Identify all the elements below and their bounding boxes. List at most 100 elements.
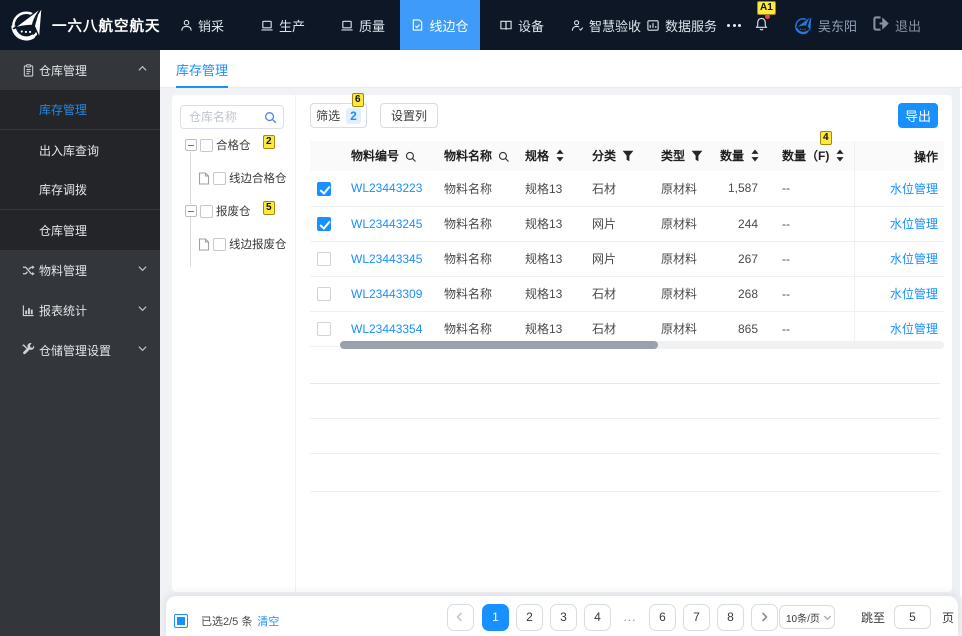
export-button[interactable]: 导出 — [898, 103, 938, 128]
next-page-button[interactable] — [750, 603, 778, 631]
top-nav-2[interactable]: 生产 — [260, 0, 305, 50]
water-level-link[interactable]: 水位管理 — [890, 252, 938, 266]
sidebar: 仓库管理 库存管理 出入库查询 库存调拨 仓库管理 物料管理 报表统计 仓储管理设置 — [0, 50, 160, 636]
logout-button[interactable]: 退出 — [872, 0, 921, 50]
person-check-icon — [571, 19, 584, 32]
search-icon[interactable] — [264, 111, 277, 127]
filter-icon[interactable] — [622, 150, 634, 165]
water-level-link[interactable]: 水位管理 — [890, 182, 938, 196]
cell-spec: 规格13 — [515, 206, 582, 242]
sort-icon[interactable] — [835, 149, 845, 165]
more-menu-button[interactable] — [727, 0, 741, 50]
tree-checkbox[interactable] — [200, 204, 213, 218]
material-code-link[interactable]: WL23443345 — [351, 252, 422, 266]
row-checkbox[interactable] — [317, 216, 331, 231]
table-row: WL23443309 物料名称 规格13 石材 原材料 268 -- 水位管理 — [310, 276, 944, 312]
user-avatar[interactable] — [793, 0, 815, 50]
material-code-link[interactable]: WL23443354 — [351, 322, 422, 336]
clear-selection-link[interactable]: 清空 — [257, 613, 279, 629]
topbar: 一六八航空航天 销采 生产 质量 线边仓 设备 智慧验收 数据服务 吴东阳 退出 A1 — [0, 0, 962, 50]
water-level-link[interactable]: 水位管理 — [890, 287, 938, 301]
top-nav-7[interactable]: 数据服务 — [646, 0, 717, 50]
clipboard-icon — [22, 63, 35, 77]
page-button-8[interactable]: 8 — [716, 603, 744, 631]
column-settings-button[interactable]: 设置列 — [380, 103, 438, 128]
water-level-link[interactable]: 水位管理 — [890, 217, 938, 231]
page-button-7[interactable]: 7 — [682, 603, 710, 631]
cell-name: 物料名称 — [434, 171, 515, 207]
jump-page-input[interactable] — [893, 605, 931, 629]
row-checkbox[interactable] — [317, 181, 331, 196]
sidebar-item-1[interactable]: 库存管理 — [0, 90, 160, 130]
sidebar-group-3[interactable]: 报表统计 — [0, 290, 160, 330]
top-nav-4[interactable]: 线边仓 — [400, 0, 480, 50]
material-code-link[interactable]: WL23443309 — [351, 287, 422, 301]
row-checkbox[interactable] — [317, 286, 331, 301]
tree-collapse-icon[interactable] — [185, 139, 197, 151]
row-checkbox[interactable] — [317, 251, 331, 266]
page-button-1[interactable]: 1 — [481, 603, 509, 631]
vertical-scrollbar[interactable] — [952, 88, 960, 596]
sort-icon[interactable] — [555, 149, 565, 165]
tree-node-label[interactable]: 报废仓 — [216, 203, 251, 219]
tree-collapse-icon[interactable] — [185, 205, 197, 217]
hint-a1: A1 — [757, 1, 776, 15]
tab-bar: 库存管理 — [160, 50, 962, 88]
file-icon — [198, 171, 210, 185]
cell-type: 原材料 — [651, 241, 710, 277]
row-checkbox[interactable] — [317, 321, 331, 336]
select-all-checkbox[interactable] — [174, 613, 188, 628]
sidebar-group-1[interactable]: 仓库管理 — [0, 50, 160, 90]
tree-node-child: 线边报废仓 — [198, 236, 287, 252]
cell-action: 水位管理 — [853, 276, 944, 312]
top-nav-5[interactable]: 设备 — [499, 0, 544, 50]
ellipsis-icon — [727, 23, 741, 27]
monitor-icon — [260, 19, 274, 32]
empty-row-divider — [310, 453, 940, 454]
sidebar-item-3[interactable]: 库存调拨 — [0, 170, 160, 210]
top-nav-1[interactable]: 销采 — [180, 0, 224, 50]
tree-node-label[interactable]: 线边报废仓 — [229, 236, 287, 252]
warehouse-search-input[interactable] — [189, 110, 267, 124]
user-name[interactable]: 吴东阳 — [818, 0, 857, 50]
cell-type: 原材料 — [651, 276, 710, 312]
horizontal-scrollbar-track[interactable] — [340, 341, 944, 349]
top-nav-3[interactable]: 质量 — [340, 0, 385, 50]
cell-code: WL23443245 — [341, 206, 434, 242]
search-icon[interactable] — [405, 151, 417, 166]
page-button-2[interactable]: 2 — [515, 603, 543, 631]
water-level-link[interactable]: 水位管理 — [890, 322, 938, 336]
page-ellipsis[interactable]: ... — [617, 603, 642, 631]
empty-row-divider — [310, 418, 940, 419]
search-icon[interactable] — [498, 151, 510, 166]
chevron-down-icon — [822, 612, 833, 623]
top-nav-6[interactable]: 智慧验收 — [571, 0, 641, 50]
sidebar-group-2[interactable]: 物料管理 — [0, 250, 160, 290]
prev-page-button[interactable] — [446, 603, 474, 631]
tree-checkbox[interactable] — [213, 171, 226, 185]
horizontal-scrollbar-thumb[interactable] — [340, 341, 658, 349]
tab-inventory[interactable]: 库存管理 — [176, 50, 229, 88]
material-code-link[interactable]: WL23443245 — [351, 217, 422, 231]
monitor-icon — [340, 19, 354, 32]
table-row: WL23443223 物料名称 规格13 石材 原材料 1,587 -- 水位管… — [310, 171, 944, 207]
sidebar-item-4[interactable]: 仓库管理 — [0, 210, 160, 250]
cell-checkbox — [310, 311, 341, 347]
page-button-6[interactable]: 6 — [648, 603, 676, 631]
brand-title: 一六八航空航天 — [52, 18, 161, 35]
tree-checkbox[interactable] — [200, 138, 213, 152]
sort-icon[interactable] — [750, 149, 760, 165]
material-code-link[interactable]: WL23443223 — [351, 181, 422, 195]
page-size-select[interactable]: 10条/页 — [778, 605, 835, 629]
tree-node-label[interactable]: 线边合格仓 — [229, 170, 287, 186]
sidebar-item-2[interactable]: 出入库查询 — [0, 130, 160, 170]
tree-checkbox[interactable] — [213, 237, 226, 251]
sidebar-group-4[interactable]: 仓储管理设置 — [0, 330, 160, 370]
page-button-3[interactable]: 3 — [549, 603, 577, 631]
col-header: 规格 — [515, 141, 582, 171]
chevron-down-icon — [137, 263, 148, 277]
filter-icon[interactable] — [691, 150, 703, 165]
page-button-4[interactable]: 4 — [583, 603, 611, 631]
tree-node-label[interactable]: 合格仓 — [216, 137, 251, 153]
col-header: 物料名称 — [434, 141, 515, 171]
